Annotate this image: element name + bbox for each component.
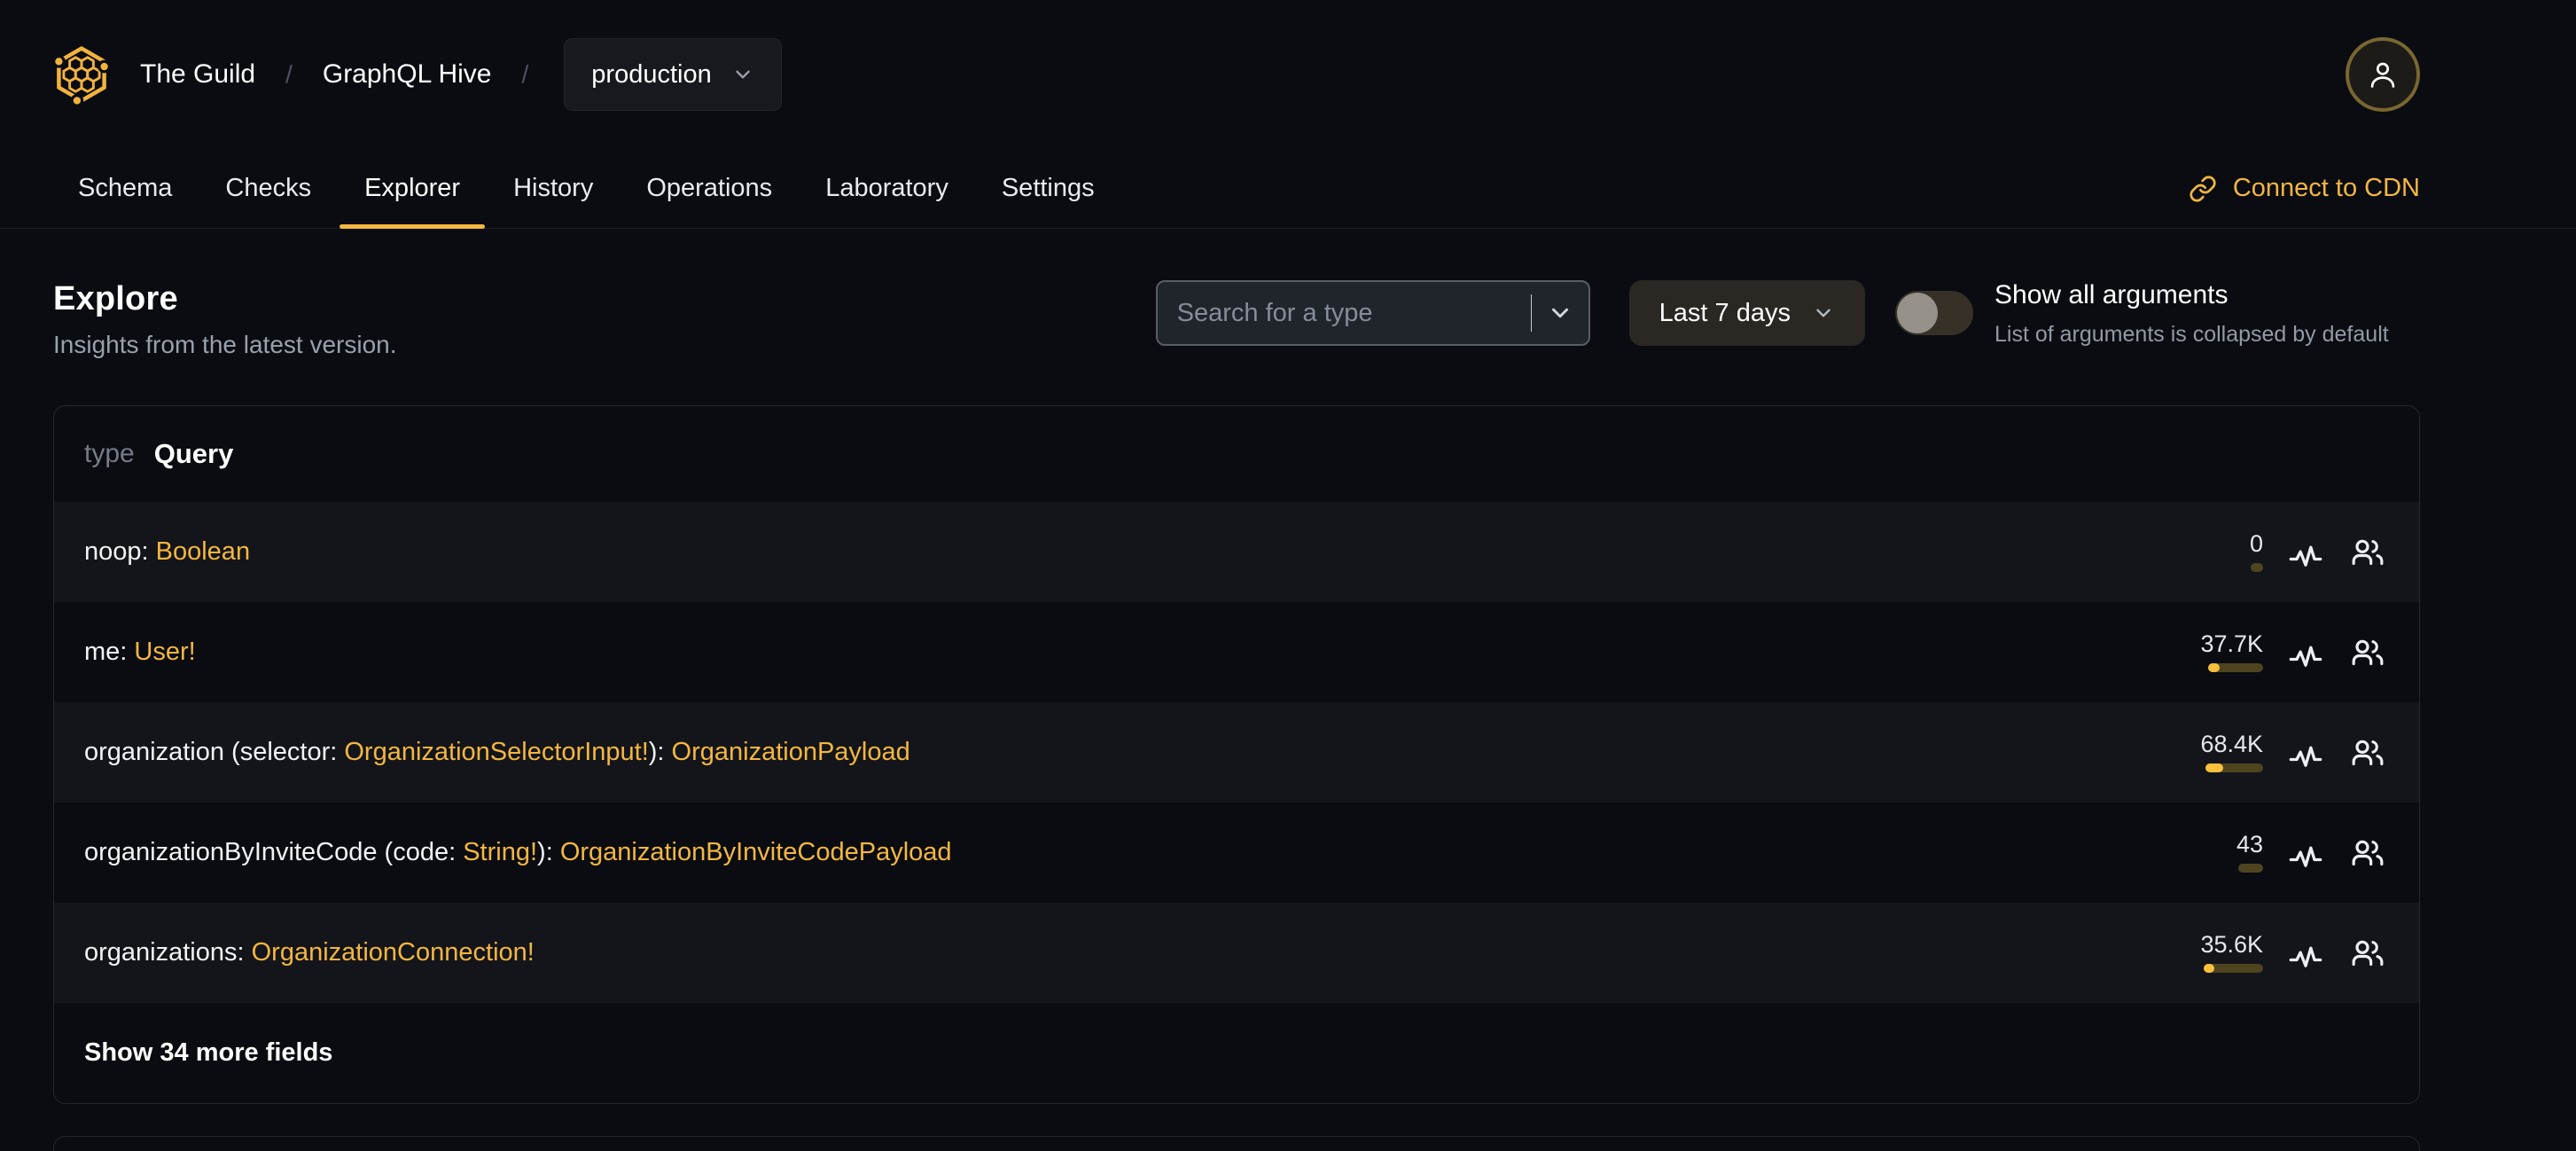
activity-icon[interactable] — [2286, 834, 2325, 873]
field-row[interactable]: me: User! 37.7K — [54, 602, 2419, 702]
field-definition: noop: Boolean — [84, 537, 251, 566]
type-name: Query — [153, 438, 234, 469]
field-stats: 0 — [2250, 532, 2387, 572]
field-usage-bar-fill — [2208, 663, 2220, 672]
field-usage-stat: 68.4K — [2200, 732, 2263, 772]
chevron-down-icon — [1816, 309, 1831, 317]
breadcrumb-separator: / — [285, 60, 293, 88]
field-call-count: 35.6K — [2200, 931, 2263, 958]
field-usage-bar — [2251, 563, 2263, 572]
target-selector-value: production — [591, 59, 712, 89]
field-usage-bar — [2208, 663, 2263, 672]
field-usage-stat: 37.7K — [2200, 632, 2263, 672]
field-definition: organizationByInviteCode (code: String!)… — [84, 838, 952, 866]
field-definition: organizations: OrganizationConnection! — [84, 938, 535, 967]
field-usage-stat: 35.6K — [2200, 933, 2263, 973]
field-usage-stat: 0 — [2250, 532, 2263, 572]
search-input[interactable] — [1157, 282, 1531, 344]
tab-bar: Schema Checks Explorer History Operation… — [0, 149, 2576, 229]
explore-page: Explore Insights from the latest version… — [0, 229, 2576, 1151]
field-rows: noop: Boolean 0 me: User! 37.7K organiza… — [54, 502, 2419, 1003]
show-all-arguments-toggle[interactable] — [1895, 291, 1973, 335]
toggle-text-block: Show all arguments List of arguments is … — [1994, 280, 2420, 348]
user-icon — [2370, 62, 2395, 88]
top-header: The Guild / GraphQL Hive / production — [0, 0, 2576, 149]
activity-icon[interactable] — [2286, 733, 2325, 772]
tab-laboratory[interactable]: Laboratory — [800, 149, 973, 228]
next-type-card-stub — [53, 1136, 2420, 1151]
tab-history[interactable]: History — [488, 149, 618, 228]
field-stats: 68.4K — [2200, 732, 2387, 772]
users-icon[interactable] — [2348, 633, 2387, 672]
tab-settings[interactable]: Settings — [977, 149, 1120, 228]
breadcrumb: The Guild / GraphQL Hive / production — [53, 38, 782, 111]
hive-logo[interactable] — [53, 41, 110, 108]
field-usage-bar-fill — [2204, 964, 2214, 973]
breadcrumb-org-link[interactable]: The Guild — [140, 59, 255, 90]
field-row[interactable]: organizationByInviteCode (code: String!)… — [54, 803, 2419, 903]
tabs: Schema Checks Explorer History Operation… — [53, 149, 1120, 229]
field-usage-stat: 43 — [2236, 833, 2263, 873]
tab-explorer[interactable]: Explorer — [340, 149, 486, 229]
page-title-block: Explore Insights from the latest version… — [53, 280, 397, 359]
field-usage-bar — [2205, 763, 2263, 772]
period-filter-value: Last 7 days — [1659, 298, 1791, 327]
field-stats: 43 — [2236, 833, 2387, 873]
activity-icon[interactable] — [2286, 533, 2325, 572]
toggle-description: List of arguments is collapsed by defaul… — [1994, 322, 2389, 347]
period-filter-button[interactable]: Last 7 days — [1628, 280, 1865, 346]
connect-to-cdn-label: Connect to CDN — [2232, 174, 2420, 202]
toggle-knob — [1897, 293, 1938, 333]
show-more-fields-button[interactable]: Show 34 more fields — [54, 1003, 2419, 1103]
search-dropdown-toggle[interactable] — [1532, 282, 1588, 344]
field-call-count: 68.4K — [2200, 731, 2263, 757]
breadcrumb-separator: / — [521, 60, 529, 88]
field-row[interactable]: noop: Boolean 0 — [54, 502, 2419, 602]
field-row[interactable]: organizations: OrganizationConnection! 3… — [54, 903, 2419, 1003]
field-usage-bar — [2238, 864, 2263, 873]
chevron-down-icon — [736, 70, 750, 79]
tab-operations[interactable]: Operations — [621, 149, 797, 228]
target-selector-button[interactable]: production — [564, 38, 782, 111]
users-icon[interactable] — [2348, 733, 2387, 772]
activity-icon[interactable] — [2286, 633, 2325, 672]
tab-schema[interactable]: Schema — [53, 149, 197, 228]
type-search-combobox — [1155, 280, 1590, 346]
type-card-header: type Query — [54, 406, 2419, 502]
field-usage-bar-fill — [2205, 763, 2223, 772]
toggle-label: Show all arguments — [1994, 280, 2229, 309]
field-usage-bar — [2204, 964, 2263, 973]
field-call-count: 37.7K — [2200, 630, 2263, 657]
hive-logo-icon — [53, 46, 110, 107]
field-definition: me: User! — [84, 638, 196, 666]
page-subtitle: Insights from the latest version. — [53, 331, 397, 358]
chevron-down-icon — [1552, 308, 1569, 318]
type-kind-label: type — [84, 439, 135, 468]
avatar-button[interactable] — [2346, 37, 2420, 112]
field-stats: 35.6K — [2200, 933, 2387, 973]
users-icon[interactable] — [2348, 533, 2387, 572]
field-call-count: 43 — [2236, 831, 2263, 857]
activity-icon[interactable] — [2286, 934, 2325, 973]
connect-to-cdn-link[interactable]: Connect to CDN — [2189, 149, 2420, 228]
users-icon[interactable] — [2348, 934, 2387, 973]
field-row[interactable]: organization (selector: OrganizationSele… — [54, 702, 2419, 803]
field-definition: organization (selector: OrganizationSele… — [84, 738, 910, 766]
explore-controls: Last 7 days Show all arguments List of a… — [1155, 280, 2420, 348]
field-stats: 37.7K — [2200, 632, 2387, 672]
page-title: Explore — [53, 280, 178, 317]
link-icon — [2190, 175, 2216, 202]
users-icon[interactable] — [2348, 834, 2387, 873]
breadcrumb-project-link[interactable]: GraphQL Hive — [323, 59, 492, 90]
type-query-card: type Query noop: Boolean 0 me: User! 37.… — [53, 405, 2420, 1104]
field-call-count: 0 — [2249, 530, 2263, 557]
tab-checks[interactable]: Checks — [200, 149, 336, 228]
